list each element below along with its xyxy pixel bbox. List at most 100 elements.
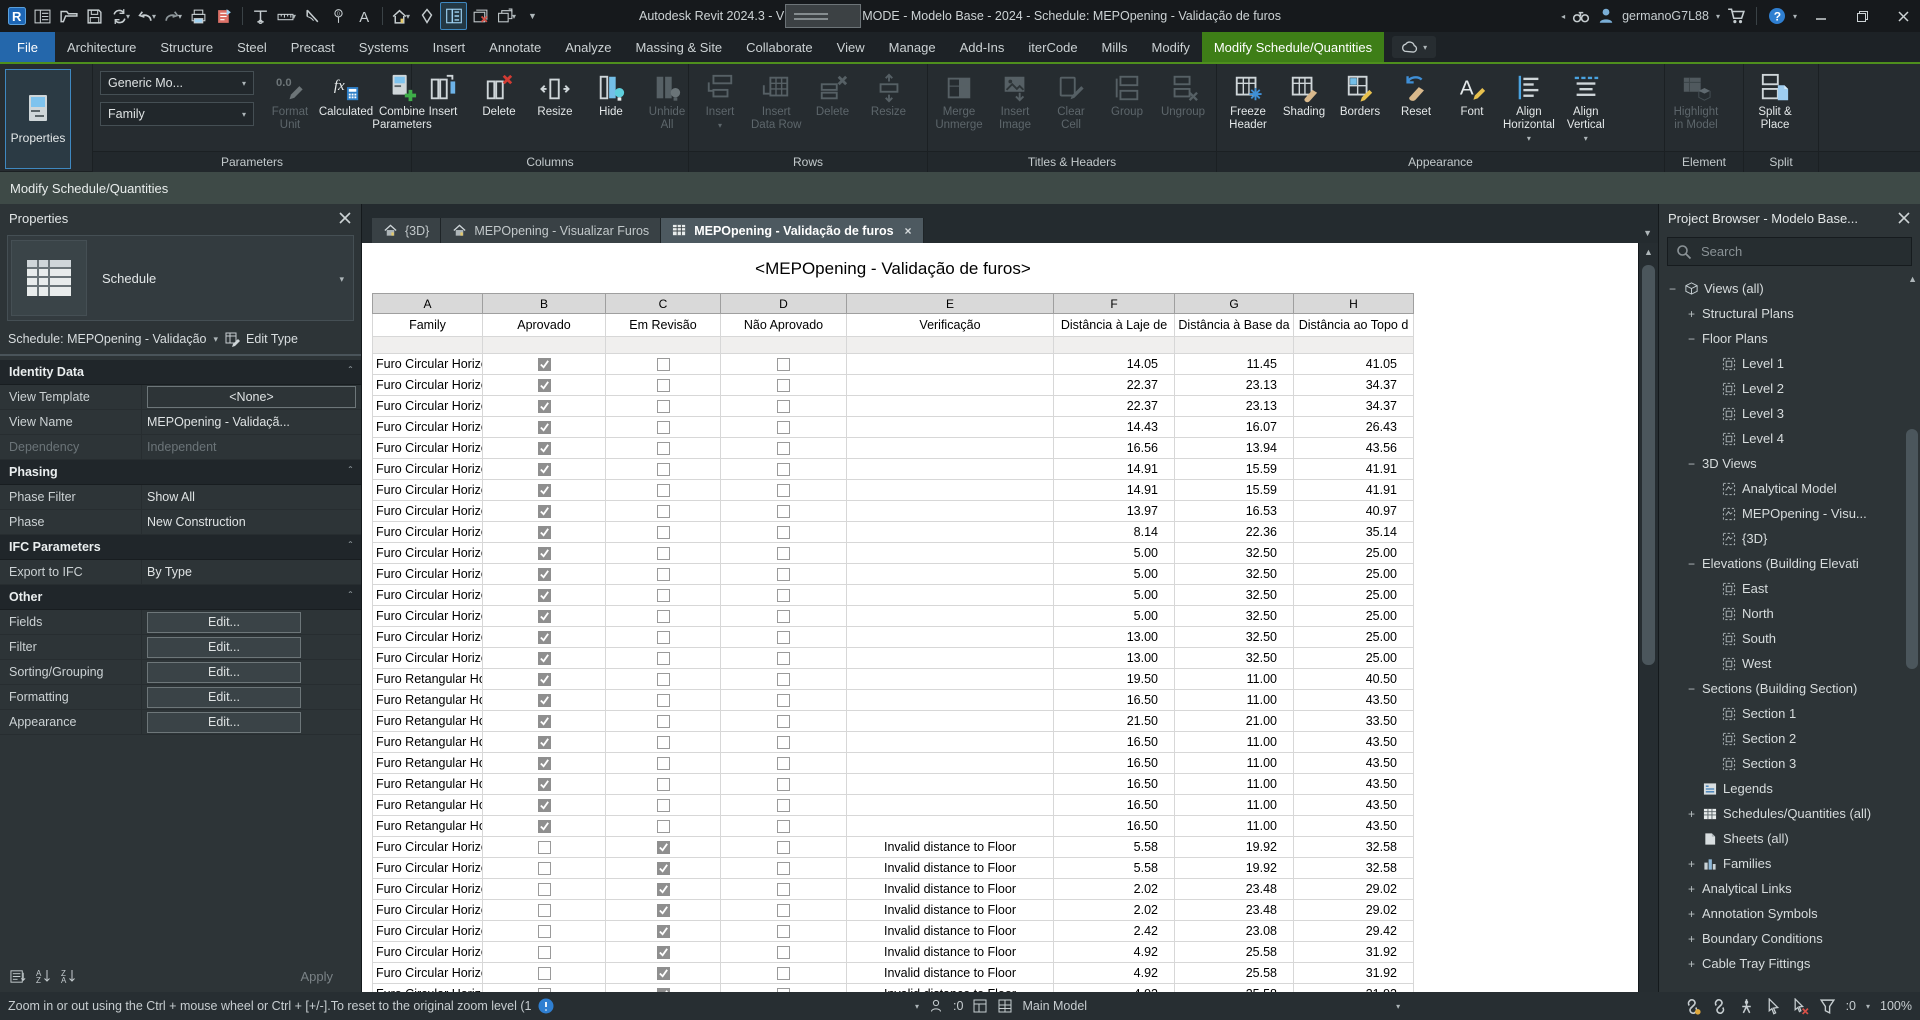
cell-verificacao[interactable] <box>847 711 1054 732</box>
cell-verificacao[interactable] <box>847 627 1054 648</box>
tree-item-families[interactable]: + Families <box>1659 851 1920 876</box>
cell-distance[interactable]: 11.00 <box>1175 795 1294 816</box>
tree-item-annotation-symbols[interactable]: + Annotation Symbols <box>1659 901 1920 926</box>
tree-item-level-4[interactable]: Level 4 <box>1659 426 1920 451</box>
tree-item-3d-views[interactable]: −3D Views <box>1659 451 1920 476</box>
cell-checkbox[interactable] <box>606 501 721 522</box>
family-dropdown[interactable]: Family ▾ <box>100 102 254 126</box>
cell-verificacao[interactable] <box>847 774 1054 795</box>
cell-checkbox[interactable] <box>721 585 847 606</box>
redo-icon[interactable]: ▾ <box>160 3 185 29</box>
cell-distance[interactable]: 34.37 <box>1294 396 1414 417</box>
checkbox-checked[interactable] <box>537 651 551 665</box>
cell-distance[interactable]: 2.02 <box>1054 879 1175 900</box>
scrollbar-thumb[interactable] <box>1642 265 1655 665</box>
cell-checkbox[interactable] <box>721 459 847 480</box>
help-menu-chevron-icon[interactable]: ▾ <box>1793 12 1797 21</box>
cell-checkbox[interactable] <box>721 627 847 648</box>
cell-distance[interactable]: 16.50 <box>1054 690 1175 711</box>
cell-checkbox[interactable] <box>483 417 606 438</box>
cell-family[interactable]: Furo Circular Horizo <box>372 858 483 879</box>
checkbox-unchecked[interactable] <box>656 588 670 602</box>
cell-distance[interactable]: 41.05 <box>1294 354 1414 375</box>
workspace-toggle-icon[interactable] <box>30 3 55 29</box>
expand-icon[interactable]: + <box>1686 932 1697 946</box>
checkbox-unchecked[interactable] <box>537 924 551 938</box>
cell-family[interactable]: Furo Circular Horizo <box>372 354 483 375</box>
checkbox-checked[interactable] <box>537 714 551 728</box>
cell-checkbox[interactable] <box>721 816 847 837</box>
cell-checkbox[interactable] <box>483 795 606 816</box>
cell-family[interactable]: Furo Retangular Hor <box>372 690 483 711</box>
cell-checkbox[interactable] <box>721 732 847 753</box>
ribbon-tab-systems[interactable]: Systems <box>347 32 421 62</box>
column-letter[interactable]: C <box>606 293 721 314</box>
schedule-canvas[interactable]: <MEPOpening - Validação de furos> ABCDEF… <box>362 243 1638 992</box>
cell-verificacao[interactable] <box>847 501 1054 522</box>
checkbox-checked[interactable] <box>537 378 551 392</box>
cloud-menu-button[interactable]: ▾ <box>1392 36 1437 58</box>
cell-distance[interactable]: 16.56 <box>1054 438 1175 459</box>
cell-checkbox[interactable] <box>606 711 721 732</box>
property-value[interactable]: MEPOpening - Validaçã... <box>142 410 361 434</box>
shading-button[interactable]: Shading <box>1276 67 1332 119</box>
cell-checkbox[interactable] <box>721 900 847 921</box>
cell-distance[interactable]: 43.50 <box>1294 774 1414 795</box>
cell-distance[interactable]: 16.50 <box>1054 753 1175 774</box>
checkbox-unchecked[interactable] <box>656 819 670 833</box>
cell-verificacao[interactable] <box>847 375 1054 396</box>
cell-checkbox[interactable] <box>721 963 847 984</box>
cell-checkbox[interactable] <box>606 837 721 858</box>
checkbox-unchecked[interactable] <box>777 777 790 791</box>
cell-family[interactable]: Furo Circular Horizo <box>372 606 483 627</box>
worksharing-status-icon[interactable] <box>1684 998 1701 1015</box>
restore-button[interactable] <box>1845 0 1879 32</box>
cell-checkbox[interactable] <box>606 690 721 711</box>
cell-family[interactable]: Furo Circular Horizo <box>372 501 483 522</box>
cell-checkbox[interactable] <box>483 690 606 711</box>
cell-distance[interactable]: 14.43 <box>1054 417 1175 438</box>
checkbox-unchecked[interactable] <box>656 777 670 791</box>
close-button[interactable] <box>1886 0 1920 32</box>
tag-by-category-icon[interactable]: 0 <box>326 3 351 29</box>
checkbox-unchecked[interactable] <box>777 819 790 833</box>
user-avatar-icon[interactable] <box>1597 3 1615 29</box>
checkbox-checked[interactable] <box>537 819 551 833</box>
checkbox-unchecked[interactable] <box>777 483 790 497</box>
cell-checkbox[interactable] <box>606 732 721 753</box>
collapse-icon[interactable]: − <box>1686 557 1697 571</box>
cell-checkbox[interactable] <box>606 438 721 459</box>
cell-distance[interactable]: 25.00 <box>1294 627 1414 648</box>
cell-checkbox[interactable] <box>483 900 606 921</box>
checkbox-unchecked[interactable] <box>777 756 790 770</box>
cell-distance[interactable]: 25.00 <box>1294 585 1414 606</box>
cell-family[interactable]: Furo Circular Horizo <box>372 585 483 606</box>
checkbox-checked[interactable] <box>537 756 551 770</box>
cell-distance[interactable]: 25.00 <box>1294 648 1414 669</box>
tree-scroll-up-icon[interactable]: ▲ <box>1908 274 1917 284</box>
collapse-section-icon[interactable]: ˆ <box>349 367 352 377</box>
cell-distance[interactable]: 11.00 <box>1175 753 1294 774</box>
checkbox-checked[interactable] <box>537 357 551 371</box>
revit-application-menu-icon[interactable]: R <box>4 3 29 29</box>
print-icon[interactable] <box>186 3 211 29</box>
cell-distance[interactable]: 25.00 <box>1294 564 1414 585</box>
ribbon-tab-structure[interactable]: Structure <box>148 32 225 62</box>
checkbox-unchecked[interactable] <box>537 945 551 959</box>
apply-button[interactable]: Apply <box>300 969 351 984</box>
cell-distance[interactable]: 19.92 <box>1175 837 1294 858</box>
checkbox-checked[interactable] <box>537 483 551 497</box>
cell-family[interactable]: Furo Circular Horizo <box>372 921 483 942</box>
cell-checkbox[interactable] <box>483 396 606 417</box>
cell-distance[interactable]: 34.37 <box>1294 375 1414 396</box>
cell-distance[interactable]: 32.50 <box>1175 585 1294 606</box>
checkbox-unchecked[interactable] <box>777 504 790 518</box>
base-point-icon[interactable] <box>1738 998 1755 1015</box>
column-letter[interactable]: H <box>1294 293 1414 314</box>
tree-item-mepopening-visu-[interactable]: MEPOpening - Visu... <box>1659 501 1920 526</box>
active-design-option[interactable]: Main Model <box>1022 999 1087 1013</box>
view-tab-mepopening-valida-o-de-furos[interactable]: MEPOpening - Validação de furos × <box>661 218 924 243</box>
ribbon-tab-analyze[interactable]: Analyze <box>553 32 623 62</box>
cell-distance[interactable]: 4.92 <box>1054 942 1175 963</box>
cell-checkbox[interactable] <box>721 942 847 963</box>
